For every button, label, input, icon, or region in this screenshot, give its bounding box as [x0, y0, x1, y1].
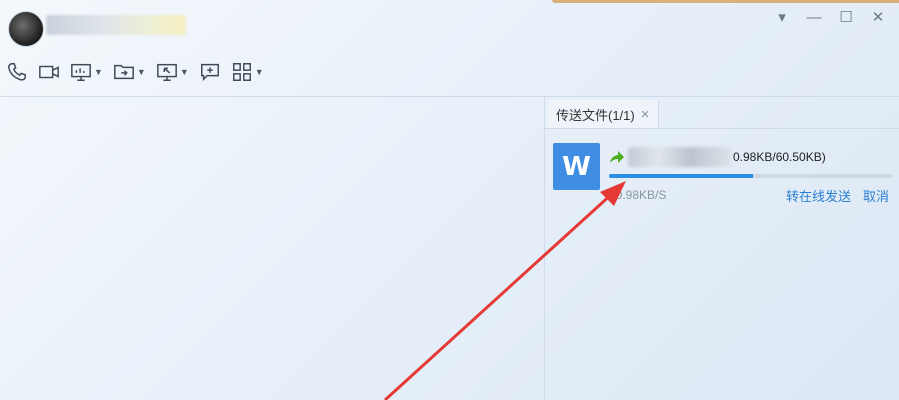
phone-button[interactable] [6, 58, 28, 86]
tab-file-transfer[interactable]: 传送文件(1/1) × [548, 100, 659, 128]
screenshot-icon [156, 63, 177, 81]
file-size-progress: 0.98KB/60.50KB) [733, 150, 826, 164]
contact-name-blurred [46, 15, 186, 35]
maximize-button[interactable]: ☐ [835, 6, 857, 28]
close-tab-icon[interactable]: × [641, 106, 650, 123]
chevron-down-icon[interactable]: ▼ [255, 67, 264, 77]
phone-icon [8, 63, 26, 81]
panel-divider [544, 97, 545, 400]
close-button[interactable]: ✕ [867, 6, 889, 28]
chat-toolbar: ▼ ▼ ▼ ▼ [6, 58, 264, 86]
file-type-letter: W [562, 151, 591, 182]
chevron-down-icon[interactable]: ▼ [137, 67, 146, 77]
transfer-actions: 转在线发送 取消 [786, 186, 889, 205]
add-comment-button[interactable] [199, 58, 221, 86]
send-arrow-icon [610, 151, 624, 163]
chevron-down-icon[interactable]: ▼ [180, 67, 189, 77]
screenshot-button[interactable]: ▼ [156, 58, 189, 86]
menu-dropdown-icon[interactable]: ▾ [771, 6, 793, 28]
tab-label: 传送文件(1/1) [556, 107, 635, 123]
transfer-file-icon [114, 64, 134, 80]
toolbar-divider [0, 96, 899, 97]
transfer-file-button[interactable]: ▼ [113, 58, 146, 86]
cancel-link[interactable]: 取消 [863, 186, 889, 205]
send-offline-link[interactable]: 转在线发送 [786, 186, 851, 205]
file-name-blurred [628, 147, 732, 167]
minimize-button[interactable]: — [803, 6, 825, 28]
apps-button[interactable]: ▼ [231, 58, 264, 86]
transfer-progress-fill [609, 174, 754, 178]
remote-desktop-button[interactable]: ▼ [70, 58, 103, 86]
video-call-icon [39, 65, 59, 79]
remote-desktop-icon [71, 63, 91, 81]
avatar[interactable] [8, 11, 44, 47]
add-comment-icon [200, 63, 219, 82]
transfer-speed: 30.98KB/S [609, 188, 667, 202]
window-controls: ▾ — ☐ ✕ [771, 6, 889, 28]
chevron-down-icon[interactable]: ▼ [94, 67, 103, 77]
title-accent-bar [552, 0, 899, 3]
apps-grid-icon [232, 63, 251, 81]
transfer-progress-bar [609, 174, 892, 178]
word-file-icon: W [553, 143, 600, 190]
video-call-button[interactable] [38, 58, 60, 86]
panel-tab-underline [545, 128, 899, 129]
